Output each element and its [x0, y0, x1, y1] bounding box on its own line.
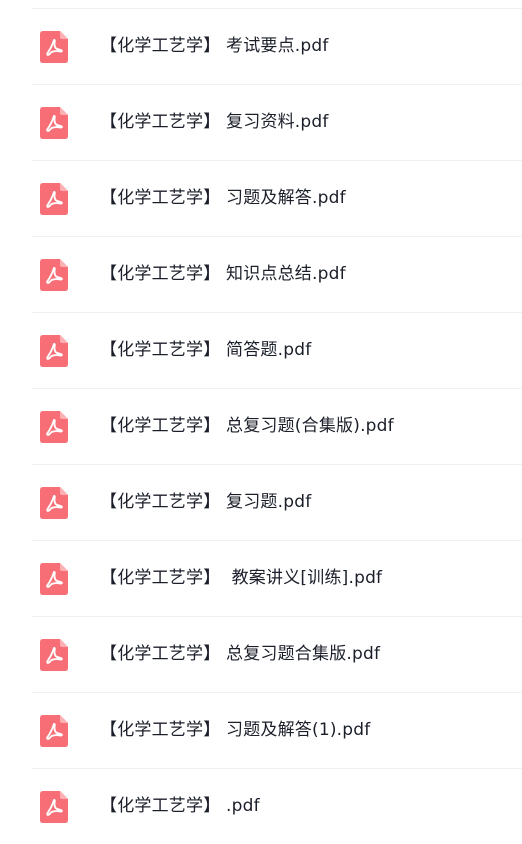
file-row[interactable]: 【化学工艺学】 .pdf: [32, 769, 522, 844]
file-name: 【化学工艺学】 习题及解答(1).pdf: [100, 720, 371, 740]
file-name: 【化学工艺学】 .pdf: [100, 796, 260, 816]
file-name: 【化学工艺学】 知识点总结.pdf: [100, 264, 346, 284]
file-name: 【化学工艺学】 复习题.pdf: [100, 492, 312, 512]
pdf-file-icon: [40, 107, 68, 139]
pdf-file-icon: [40, 411, 68, 443]
file-name: 【化学工艺学】 考试要点.pdf: [100, 36, 329, 56]
file-row[interactable]: 【化学工艺学】 教案讲义[训练].pdf: [32, 541, 522, 617]
file-name: 【化学工艺学】 复习资料.pdf: [100, 112, 329, 132]
pdf-file-icon: [40, 715, 68, 747]
file-list: 【化学工艺学】 考试要点.pdf 【化学工艺学】 复习资料.pdf 【化学工艺学…: [32, 8, 522, 844]
file-row[interactable]: 【化学工艺学】 总复习题(合集版).pdf: [32, 389, 522, 465]
pdf-file-icon: [40, 31, 68, 63]
pdf-file-icon: [40, 259, 68, 291]
file-row[interactable]: 【化学工艺学】 复习资料.pdf: [32, 85, 522, 161]
file-name: 【化学工艺学】 教案讲义[训练].pdf: [100, 568, 383, 588]
file-row[interactable]: 【化学工艺学】 习题及解答(1).pdf: [32, 693, 522, 769]
pdf-file-icon: [40, 639, 68, 671]
file-row[interactable]: 【化学工艺学】 知识点总结.pdf: [32, 237, 522, 313]
file-row[interactable]: 【化学工艺学】 习题及解答.pdf: [32, 161, 522, 237]
pdf-file-icon: [40, 791, 68, 823]
file-name: 【化学工艺学】 总复习题合集版.pdf: [100, 644, 381, 664]
file-name: 【化学工艺学】 习题及解答.pdf: [100, 188, 346, 208]
file-name: 【化学工艺学】 总复习题(合集版).pdf: [100, 416, 394, 436]
file-row[interactable]: 【化学工艺学】 总复习题合集版.pdf: [32, 617, 522, 693]
file-row[interactable]: 【化学工艺学】 考试要点.pdf: [32, 9, 522, 85]
pdf-file-icon: [40, 183, 68, 215]
file-name: 【化学工艺学】 简答题.pdf: [100, 340, 312, 360]
file-row[interactable]: 【化学工艺学】 复习题.pdf: [32, 465, 522, 541]
file-row[interactable]: 【化学工艺学】 简答题.pdf: [32, 313, 522, 389]
pdf-file-icon: [40, 563, 68, 595]
pdf-file-icon: [40, 487, 68, 519]
pdf-file-icon: [40, 335, 68, 367]
